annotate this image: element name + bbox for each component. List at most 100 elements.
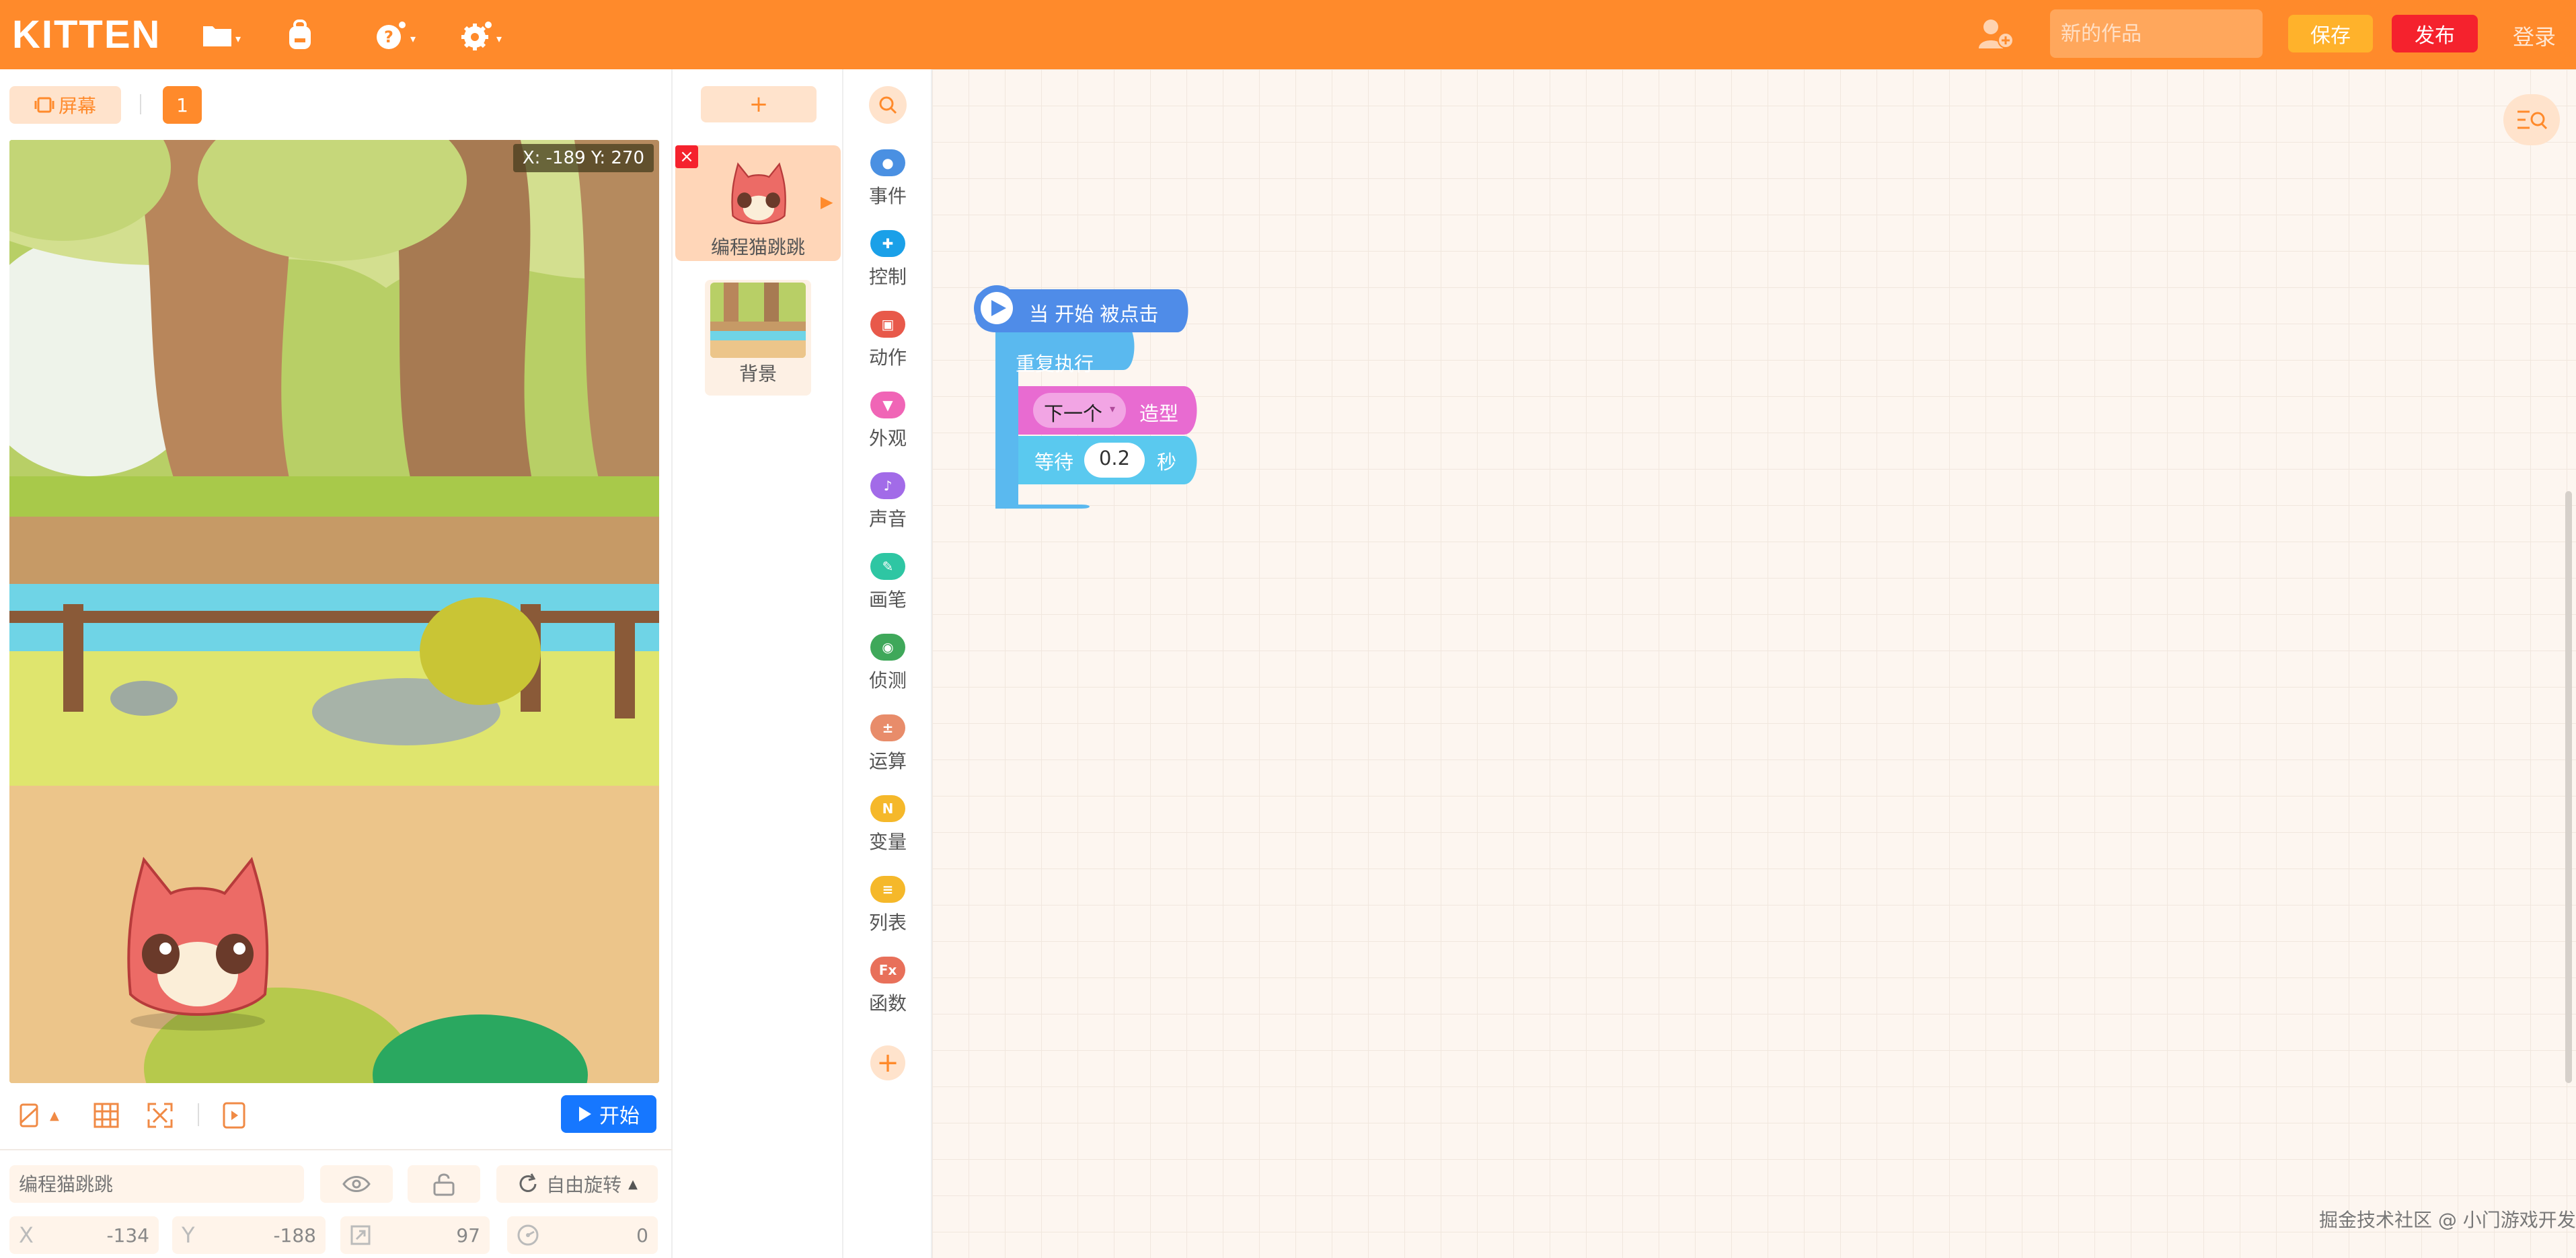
stage-background-scene — [9, 140, 659, 1083]
divider — [140, 94, 143, 114]
lock-toggle[interactable] — [408, 1165, 480, 1203]
background-thumbnail — [710, 283, 806, 358]
start-button[interactable]: 开始 — [561, 1095, 656, 1133]
settings-menu-button[interactable]: ▾ — [460, 17, 502, 52]
hat-block-text[interactable]: 当 开始 被点击 — [1029, 299, 1158, 327]
wait-suffix-text: 秒 — [1157, 451, 1177, 474]
unlock-icon — [433, 1173, 455, 1196]
direction-icon — [517, 1224, 539, 1246]
close-icon: × — [679, 147, 694, 167]
shirt-icon: ▼ — [870, 392, 905, 418]
category-label: 画笔 — [868, 589, 907, 611]
add-extension-button[interactable]: + — [870, 1045, 905, 1080]
category-label: 函数 — [868, 992, 907, 1014]
screen-page-tab[interactable]: 1 — [163, 86, 202, 124]
stage-canvas[interactable]: X: -189 Y: 270 — [9, 140, 659, 1083]
grid-toggle-button[interactable] — [93, 1098, 120, 1133]
fullscreen-button[interactable] — [147, 1098, 174, 1133]
grid-icon — [93, 1103, 119, 1128]
sprite-name-input[interactable] — [9, 1165, 304, 1203]
screen-size-button[interactable]: 屏幕 — [9, 86, 121, 124]
rotation-mode-select[interactable]: 自由旋转 ▲ — [496, 1165, 658, 1203]
add-sprite-button[interactable]: + — [701, 86, 817, 122]
delete-sprite-button[interactable]: × — [675, 145, 698, 168]
x-value: -134 — [106, 1224, 149, 1247]
direction-value: 0 — [636, 1224, 648, 1247]
search-icon — [879, 96, 897, 114]
workspace-scrollbar[interactable] — [2565, 491, 2572, 1083]
category-1[interactable]: ✚ 控制 — [843, 230, 932, 289]
category-3[interactable]: ▼ 外观 — [843, 392, 932, 451]
code-workspace[interactable] — [932, 69, 2576, 1258]
math-icon: ± — [870, 714, 905, 741]
stage-layout-toggle[interactable]: ▲ — [19, 1098, 59, 1133]
pen-icon: ✎ — [870, 553, 905, 580]
screen-icon — [34, 97, 54, 113]
category-9[interactable]: ≡ 列表 — [843, 876, 932, 935]
eye-icon — [342, 1176, 371, 1192]
visibility-toggle[interactable] — [320, 1165, 393, 1203]
publish-button[interactable]: 发布 — [2392, 15, 2478, 52]
category-0[interactable]: ● 事件 — [843, 149, 932, 209]
chevron-down-icon: ▾ — [235, 32, 241, 45]
toggle-icon: ● — [870, 149, 905, 176]
app-logo: KITTEN — [12, 13, 161, 57]
project-title-input[interactable] — [2050, 9, 2263, 58]
divider — [198, 1103, 199, 1126]
chevron-right-icon[interactable]: ▶ — [821, 192, 833, 211]
add-user-icon — [1979, 20, 2014, 48]
sensor-icon: ◉ — [870, 634, 905, 661]
resize-icon — [350, 1225, 371, 1245]
divider — [0, 1149, 673, 1150]
settings-icon — [461, 20, 493, 50]
wait-prefix-text: 等待 — [1034, 451, 1074, 474]
category-8[interactable]: N 变量 — [843, 795, 932, 854]
y-label: Y — [182, 1222, 195, 1248]
layout-icon — [20, 1103, 38, 1127]
function-icon: Fx — [870, 957, 905, 984]
mobile-preview-button[interactable] — [222, 1098, 246, 1133]
category-label: 列表 — [868, 912, 907, 934]
backpack-button[interactable] — [285, 17, 315, 52]
wait-value-text[interactable]: 0.2 — [1084, 447, 1145, 470]
category-6[interactable]: ◉ 侦测 — [843, 634, 932, 693]
costume-dropdown-text[interactable]: 下一个 — [1044, 398, 1102, 427]
category-label: 运算 — [868, 750, 907, 772]
category-10[interactable]: Fx 函数 — [843, 957, 932, 1016]
category-7[interactable]: ± 运算 — [843, 714, 932, 774]
category-label: 侦测 — [868, 669, 907, 692]
category-4[interactable]: ♪ 声音 — [843, 472, 932, 531]
workspace-search-button[interactable] — [2503, 94, 2560, 145]
help-menu-button[interactable]: ? ▾ — [374, 17, 416, 52]
repeat-block-text[interactable]: 重复执行 — [1016, 348, 1094, 377]
category-label: 动作 — [868, 346, 907, 369]
chevron-down-icon: ▾ — [496, 32, 502, 45]
play-icon — [579, 1107, 591, 1121]
variable-icon: N — [870, 795, 905, 822]
coordinate-readout: X: -189 Y: 270 — [513, 144, 654, 172]
category-5[interactable]: ✎ 画笔 — [843, 553, 932, 612]
block-search-button[interactable] — [869, 86, 907, 124]
rotation-mode-label: 自由旋转 — [546, 1174, 622, 1196]
backpack-icon — [289, 20, 311, 49]
size-field[interactable]: 97 — [340, 1216, 490, 1254]
direction-field[interactable]: 0 — [507, 1216, 658, 1254]
save-button[interactable]: 保存 — [2288, 15, 2373, 52]
y-position-field[interactable]: Y -188 — [172, 1216, 326, 1254]
x-position-field[interactable]: X -134 — [9, 1216, 159, 1254]
start-label: 开始 — [599, 1105, 640, 1128]
list-icon: ≡ — [870, 876, 905, 903]
help-icon: ? — [377, 20, 407, 49]
folder-menu-button[interactable]: ▾ — [202, 17, 241, 52]
gamepad-icon: ✚ — [870, 230, 905, 257]
login-link[interactable]: 登录 — [2513, 20, 2556, 51]
category-2[interactable]: ▣ 动作 — [843, 311, 932, 370]
screen-label: 屏幕 — [58, 95, 96, 117]
footer-watermark: 掘金技术社区 @ 小门游戏开发 — [2319, 1209, 2576, 1231]
phone-play-icon — [223, 1102, 245, 1129]
rotate-icon — [519, 1173, 537, 1192]
category-label: 事件 — [868, 185, 907, 207]
caret-up-icon: ▲ — [50, 1108, 59, 1123]
robot-icon: ▣ — [870, 311, 905, 338]
add-collaborator-button[interactable] — [1977, 17, 2015, 52]
